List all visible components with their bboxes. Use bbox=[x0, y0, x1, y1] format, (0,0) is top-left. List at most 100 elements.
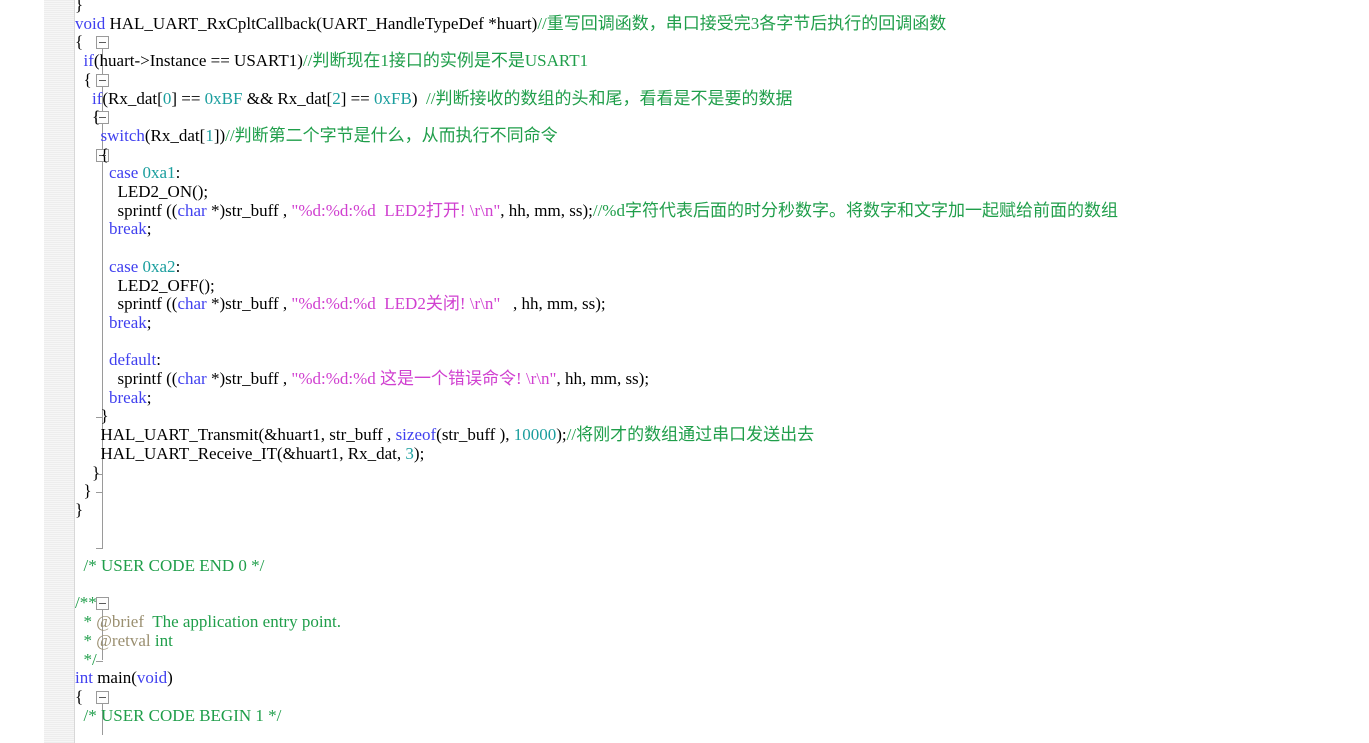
code-token-pl: ] == bbox=[171, 88, 205, 108]
code-token-pl: } bbox=[75, 0, 84, 14]
code-token-pl: { bbox=[75, 107, 101, 127]
code-token-cmt: /* USER CODE END 0 */ bbox=[75, 556, 265, 575]
code-token-kw: case bbox=[109, 256, 139, 276]
code-token-pl: { bbox=[75, 69, 92, 89]
code-editor[interactable]: 1121131141151161171181191201211221231241… bbox=[0, 0, 1369, 743]
code-line[interactable]: } bbox=[75, 0, 83, 15]
code-line[interactable]: /** bbox=[75, 594, 97, 613]
code-line[interactable]: { bbox=[75, 107, 101, 127]
code-token-kw: int bbox=[75, 668, 93, 688]
code-token-pl: ); bbox=[556, 425, 567, 445]
code-token-pl: { bbox=[75, 32, 84, 52]
code-token-cmt: //%d字符代表后面的时分秒数字。将数字和文字加一起赋给前面的数组 bbox=[592, 200, 1118, 220]
code-line[interactable]: HAL_UART_Transmit(&huart1, str_buff , si… bbox=[75, 425, 815, 445]
code-line[interactable]: } bbox=[75, 481, 92, 501]
code-token-pl: sprintf ( bbox=[75, 369, 172, 388]
code-token-pl: ; bbox=[146, 387, 152, 407]
code-token-num: 2 bbox=[332, 88, 341, 108]
code-line[interactable]: } bbox=[75, 462, 101, 483]
code-token-tag: @retval bbox=[96, 630, 151, 650]
code-token-str: "%d:%d:%d 这是一个错误命令! \r\n" bbox=[291, 369, 557, 388]
code-token-pl: *)str_buff , bbox=[206, 369, 292, 388]
code-line[interactable]: if(Rx_dat[0] == 0xBF && Rx_dat[2] == 0xF… bbox=[75, 88, 793, 109]
code-line[interactable]: { bbox=[75, 33, 83, 52]
code-token-pl: ); bbox=[413, 443, 425, 463]
code-token-pl: { bbox=[75, 686, 84, 706]
code-token-pl: (Rx_dat[ bbox=[144, 125, 206, 145]
code-line[interactable]: void HAL_UART_RxCpltCallback(UART_Handle… bbox=[75, 13, 946, 34]
code-token-kw: default bbox=[109, 350, 157, 370]
code-token-pl: : bbox=[175, 163, 181, 183]
code-line[interactable]: sprintf ((char *)str_buff , "%d:%d:%d 这是… bbox=[75, 369, 650, 389]
code-line[interactable]: /* USER CODE BEGIN 1 */ bbox=[75, 706, 282, 726]
code-token-cmt: * bbox=[75, 612, 97, 632]
code-line[interactable]: } bbox=[75, 407, 109, 426]
code-token-pl: *)str_buff , bbox=[206, 294, 292, 314]
code-token-num: 0xBF bbox=[204, 88, 243, 108]
code-line[interactable]: * @brief The application entry point. bbox=[75, 612, 342, 632]
code-token-kw: break bbox=[109, 387, 147, 407]
code-line[interactable]: * @retval int bbox=[75, 630, 173, 651]
code-line[interactable]: } bbox=[75, 499, 84, 520]
code-token-pl: *)str_buff , bbox=[206, 200, 292, 220]
code-token-pl: , hh, mm, ss); bbox=[500, 294, 606, 314]
code-token-num: 1 bbox=[205, 125, 214, 145]
code-token-cmt: /** bbox=[75, 593, 97, 613]
code-token-cmt: //判断接收的数组的头和尾，看看是不是要的数据 bbox=[426, 88, 793, 108]
code-line[interactable]: default: bbox=[75, 350, 161, 370]
code-token-pl: } bbox=[75, 499, 84, 519]
code-token-cmt: */ bbox=[75, 649, 97, 669]
code-token-pl: LED2_OFF(); bbox=[75, 275, 215, 295]
code-line[interactable]: { bbox=[75, 145, 109, 165]
code-token-pl: main( bbox=[92, 668, 137, 688]
code-line[interactable]: int main(void) bbox=[75, 668, 173, 688]
code-token-kw: switch bbox=[100, 125, 145, 145]
code-line[interactable]: sprintf ((char *)str_buff , "%d:%d:%d LE… bbox=[75, 200, 1118, 221]
code-line[interactable]: break; bbox=[75, 387, 152, 408]
code-line[interactable]: { bbox=[75, 69, 92, 90]
code-line[interactable]: if(huart->Instance == USART1)//判断现在1接口的实… bbox=[75, 51, 589, 71]
code-token-pl: : bbox=[156, 350, 161, 370]
code-token-cmt: //判断第二个字节是什么，从而执行不同命令 bbox=[225, 125, 558, 145]
code-token-pl: HAL_UART_RxCpltCallback(UART_HandleTypeD… bbox=[105, 13, 538, 33]
code-token-kw: if bbox=[83, 51, 94, 71]
code-line[interactable]: HAL_UART_Receive_IT(&huart1, Rx_dat, 3); bbox=[75, 443, 425, 464]
code-token-pl: (huart->Instance == USART1) bbox=[93, 51, 303, 71]
code-token-num: 10000 bbox=[513, 425, 557, 445]
code-token-kw: char bbox=[177, 369, 207, 388]
code-token-cmt: int bbox=[150, 630, 173, 650]
code-token-cmt: The application entry point. bbox=[144, 612, 342, 632]
editor-gutter: 1121131141151161171181191201211221231241… bbox=[0, 0, 109, 743]
code-line[interactable]: break; bbox=[75, 313, 152, 333]
code-token-pl: (Rx_dat[ bbox=[102, 88, 163, 108]
code-line[interactable]: switch(Rx_dat[1])//判断第二个字节是什么，从而执行不同命令 bbox=[75, 125, 558, 146]
code-line[interactable]: */ bbox=[75, 649, 97, 670]
code-folding-column[interactable] bbox=[44, 0, 109, 743]
code-token-pl: } bbox=[75, 462, 101, 482]
code-line[interactable]: LED2_OFF(); bbox=[75, 275, 215, 296]
code-line[interactable]: case 0xa1: bbox=[75, 163, 181, 183]
code-line[interactable]: case 0xa2: bbox=[75, 256, 181, 277]
code-content-area[interactable]: } void HAL_UART_RxCpltCallback(UART_Handl… bbox=[75, 0, 1369, 743]
code-token-num: 0xa2 bbox=[142, 256, 176, 276]
code-token-pl: HAL_UART_Receive_IT(&huart1, Rx_dat, bbox=[75, 443, 406, 463]
code-line[interactable]: break; bbox=[75, 220, 152, 239]
code-token-num: 3 bbox=[405, 443, 414, 463]
code-line[interactable]: { bbox=[75, 686, 84, 707]
code-token-cmt: //将刚才的数组通过串口发送出去 bbox=[566, 425, 815, 445]
code-token-kw: char bbox=[177, 294, 207, 314]
code-token-pl: ) bbox=[167, 668, 173, 688]
code-line[interactable]: /* USER CODE END 0 */ bbox=[75, 556, 265, 576]
code-token-kw: sizeof bbox=[395, 425, 437, 445]
code-token-pl: } bbox=[75, 481, 92, 501]
code-token-pl: : bbox=[175, 256, 181, 276]
code-line[interactable]: sprintf ((char *)str_buff , "%d:%d:%d LE… bbox=[75, 294, 606, 314]
code-token-pl: HAL_UART_Transmit(&huart1, str_buff , bbox=[75, 425, 396, 445]
code-token-pl: ) bbox=[411, 88, 426, 108]
code-line[interactable]: LED2_ON(); bbox=[75, 182, 209, 202]
